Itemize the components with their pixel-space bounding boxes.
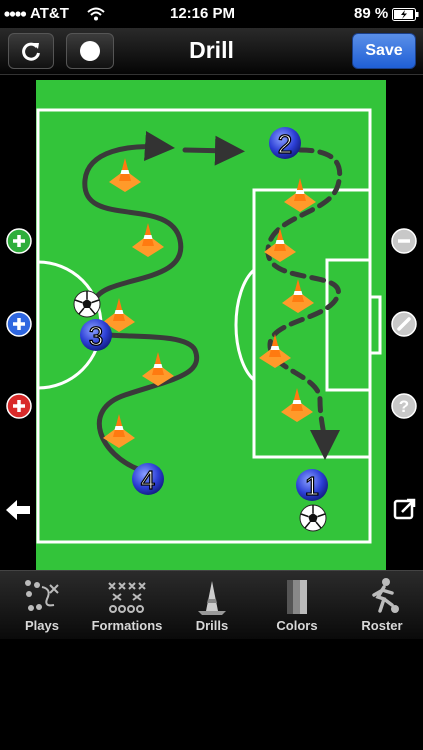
ball-icon[interactable] bbox=[299, 504, 327, 532]
battery-percent: 89 % bbox=[354, 5, 389, 22]
tab-colors[interactable]: Colors bbox=[255, 571, 339, 639]
svg-text:?: ? bbox=[399, 397, 409, 416]
wifi-icon bbox=[87, 7, 105, 21]
tab-roster[interactable]: Roster bbox=[340, 571, 423, 639]
back-arrow-icon[interactable] bbox=[4, 498, 32, 522]
share-icon[interactable] bbox=[393, 497, 417, 521]
tab-bar: Plays Formations Drills Colors Roster bbox=[0, 570, 423, 639]
tab-formations-label: Formations bbox=[91, 618, 163, 633]
zoom-in-icon[interactable] bbox=[6, 228, 32, 254]
tab-formations[interactable]: Formations bbox=[85, 571, 169, 639]
player-number-1: 1 bbox=[305, 471, 319, 501]
player-number-4: 4 bbox=[141, 465, 155, 495]
tab-roster-label: Roster bbox=[361, 618, 403, 633]
player-add-icon[interactable] bbox=[6, 311, 32, 337]
battery-icon bbox=[392, 8, 419, 21]
cone-icon bbox=[198, 581, 226, 615]
player-icon bbox=[372, 578, 399, 613]
tab-drills-label: Drills bbox=[195, 618, 229, 633]
tab-drills[interactable]: Drills bbox=[170, 571, 254, 639]
remove-icon[interactable] bbox=[6, 393, 32, 419]
player-number-2: 2 bbox=[278, 129, 292, 159]
player-number-3: 3 bbox=[89, 321, 103, 351]
tab-colors-label: Colors bbox=[276, 618, 318, 633]
formations-icon bbox=[108, 582, 146, 613]
player-token-2[interactable]: 2 bbox=[269, 127, 301, 160]
player-token-3[interactable]: 3 bbox=[80, 319, 112, 352]
signal-icon bbox=[4, 11, 30, 17]
save-button[interactable]: Save bbox=[352, 33, 416, 69]
player-token-4[interactable]: 4 bbox=[132, 463, 164, 496]
minus-icon[interactable] bbox=[391, 228, 417, 254]
tab-plays[interactable]: Plays bbox=[0, 571, 84, 639]
help-icon[interactable]: ? bbox=[391, 393, 417, 419]
ball-icon[interactable] bbox=[73, 290, 101, 318]
player-token-1[interactable]: 1 bbox=[296, 469, 328, 502]
path-arrow-top bbox=[182, 135, 245, 166]
pencil-icon[interactable] bbox=[391, 311, 417, 337]
status-time: 12:16 PM bbox=[170, 5, 236, 22]
carrier-label: AT&T bbox=[30, 5, 69, 22]
tab-plays-label: Plays bbox=[25, 618, 59, 633]
soccer-field[interactable]: 1 2 3 4 bbox=[36, 80, 386, 570]
plays-icon bbox=[25, 580, 59, 611]
status-bar: AT&T 12:16 PM 89 % bbox=[0, 0, 423, 28]
nav-bar: Drill Save bbox=[0, 28, 423, 75]
colors-icon bbox=[287, 580, 307, 614]
